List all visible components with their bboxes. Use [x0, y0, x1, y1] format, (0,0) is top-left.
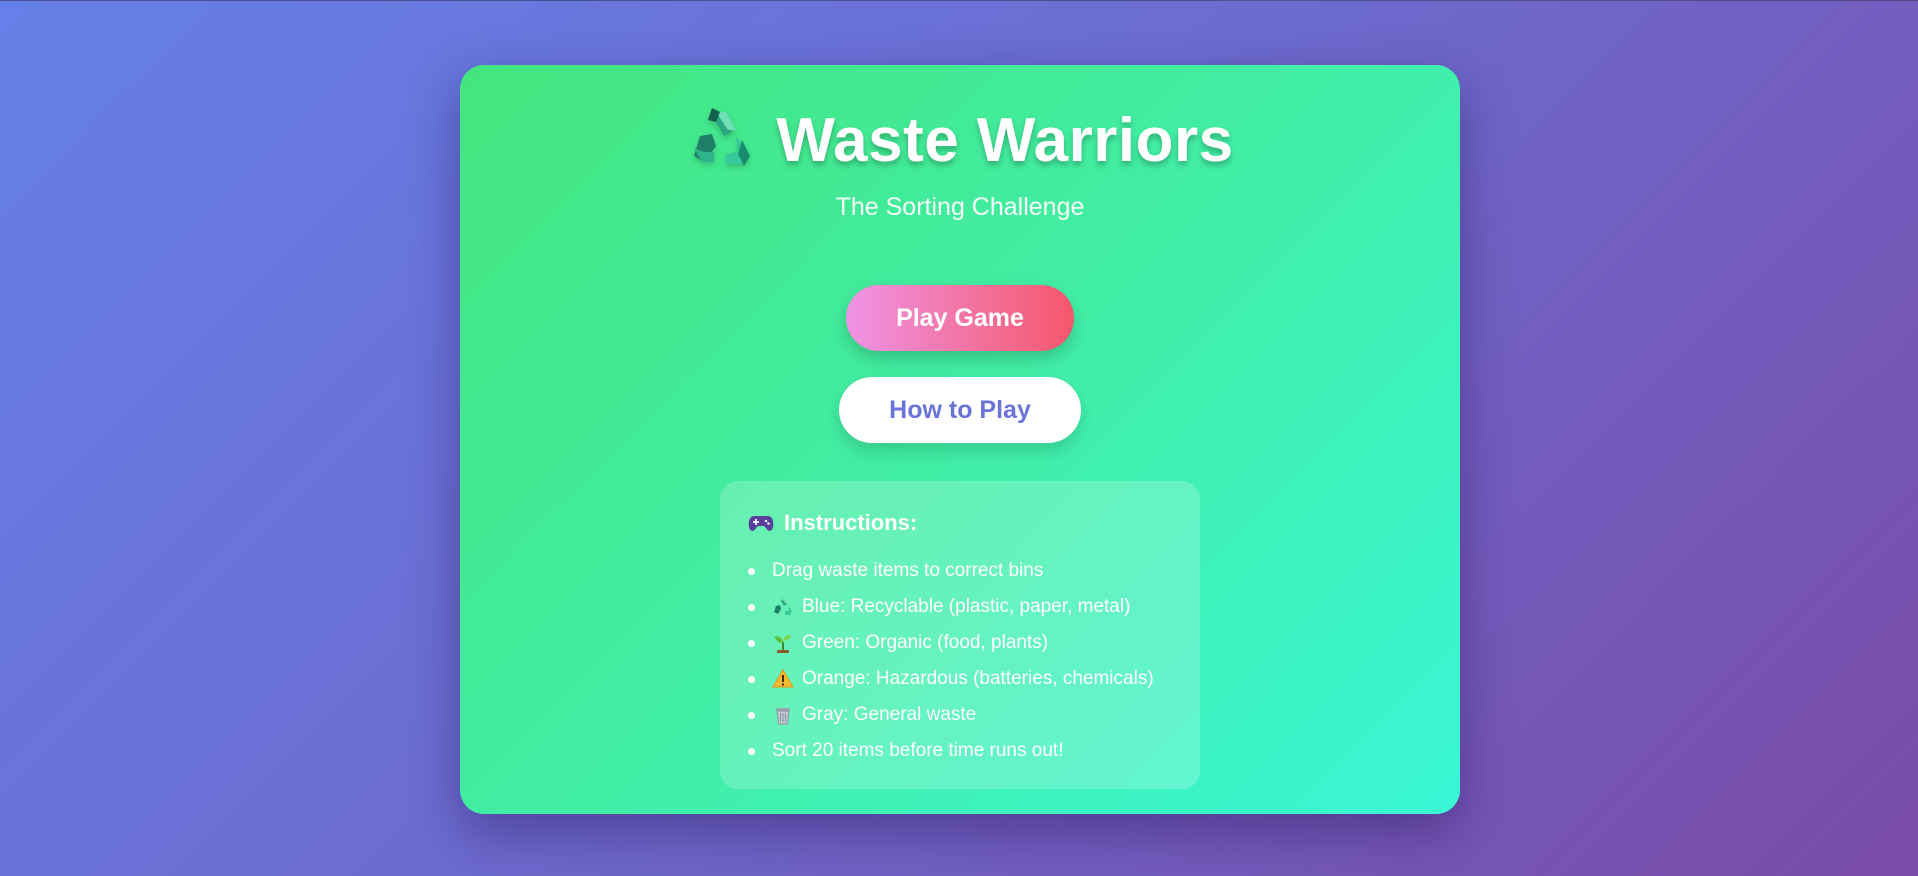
- title-row: Waste Warriors: [460, 100, 1460, 180]
- instructions-panel: Instructions: Drag waste items to correc…: [720, 481, 1200, 789]
- game-title: Waste Warriors: [776, 105, 1234, 175]
- list-item: Sort 20 items before time runs out!: [748, 733, 1176, 769]
- list-item: Gray: General waste: [748, 697, 1176, 733]
- instructions-list: Drag waste items to correct bins Blue: R…: [748, 553, 1176, 769]
- trash-bin-icon: [776, 708, 790, 725]
- list-item: Orange: Hazardous (batteries, chemicals): [748, 661, 1176, 697]
- instruction-text: Blue: Recyclable (plastic, paper, metal): [802, 596, 1131, 617]
- recycle-icon: [774, 598, 792, 615]
- instruction-text: Gray: General waste: [802, 704, 977, 725]
- instruction-text: Orange: Hazardous (batteries, chemicals): [802, 668, 1154, 689]
- game-subtitle: The Sorting Challenge: [835, 193, 1085, 221]
- list-item: Drag waste items to correct bins: [748, 553, 1176, 589]
- instruction-text: Green: Organic (food, plants): [802, 632, 1049, 653]
- gamepad-icon: [748, 516, 774, 531]
- window-top-border: [0, 0, 1918, 1]
- instructions-heading: Instructions:: [784, 510, 918, 535]
- recycle-icon: [694, 108, 751, 166]
- seedling-icon: [775, 635, 791, 653]
- play-game-button[interactable]: Play Game: [846, 285, 1074, 351]
- main-menu-card: Waste Warriors The Sorting Challenge Pla…: [460, 65, 1460, 814]
- how-to-play-button[interactable]: How to Play: [839, 377, 1081, 443]
- instruction-text: Drag waste items to correct bins: [772, 560, 1044, 581]
- warning-icon: [772, 669, 794, 688]
- list-item: Green: Organic (food, plants): [748, 625, 1176, 661]
- list-item: Blue: Recyclable (plastic, paper, metal): [748, 589, 1176, 625]
- instruction-text: Sort 20 items before time runs out!: [772, 740, 1064, 761]
- instructions-heading-row: Instructions:: [748, 509, 1176, 537]
